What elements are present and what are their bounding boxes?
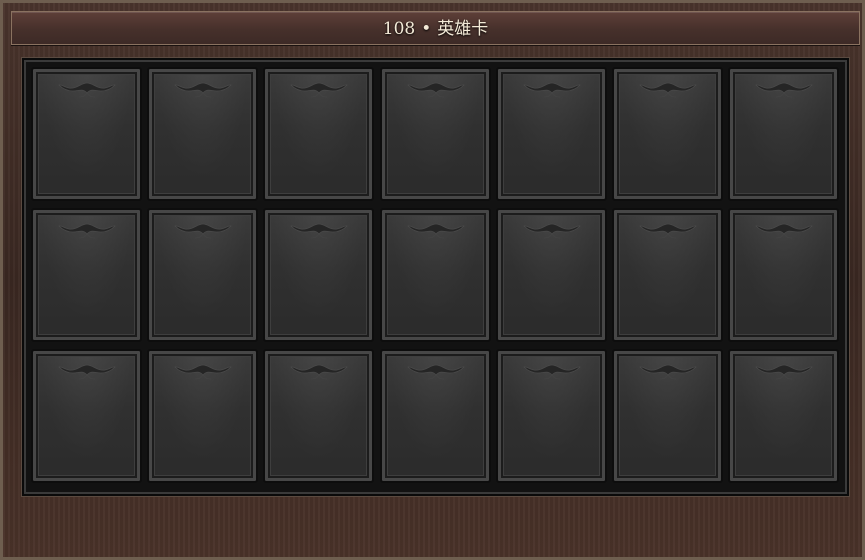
- card-slot[interactable]: [31, 67, 142, 201]
- title-name: 英雄卡: [437, 19, 489, 39]
- filigree-ornament-icon: [406, 79, 466, 101]
- filigree-ornament-icon: [289, 79, 349, 101]
- card-slot[interactable]: [147, 208, 258, 342]
- title-bar[interactable]: 108 • 英雄卡: [11, 11, 860, 45]
- card-slot[interactable]: [380, 349, 491, 483]
- filigree-ornament-icon: [289, 220, 349, 242]
- card-slot[interactable]: [31, 349, 142, 483]
- card-slot[interactable]: [496, 67, 607, 201]
- card-slot[interactable]: [147, 67, 258, 201]
- filigree-ornament-icon: [406, 361, 466, 383]
- card-slot[interactable]: [263, 67, 374, 201]
- filigree-ornament-icon: [57, 361, 117, 383]
- hero-card-window: 108 • 英雄卡: [0, 0, 865, 560]
- card-slot[interactable]: [612, 208, 723, 342]
- bottom-panel: [11, 501, 860, 555]
- filigree-ornament-icon: [754, 220, 814, 242]
- filigree-ornament-icon: [638, 220, 698, 242]
- card-slot-grid: [24, 60, 847, 494]
- card-slot[interactable]: [380, 208, 491, 342]
- card-slot[interactable]: [380, 67, 491, 201]
- card-slot[interactable]: [496, 349, 607, 483]
- card-slot[interactable]: [728, 349, 839, 483]
- filigree-ornament-icon: [638, 79, 698, 101]
- filigree-ornament-icon: [173, 79, 233, 101]
- filigree-ornament-icon: [522, 361, 582, 383]
- filigree-ornament-icon: [289, 361, 349, 383]
- filigree-ornament-icon: [638, 361, 698, 383]
- filigree-ornament-icon: [57, 220, 117, 242]
- filigree-ornament-icon: [57, 79, 117, 101]
- card-slot[interactable]: [728, 208, 839, 342]
- filigree-ornament-icon: [173, 220, 233, 242]
- card-slot[interactable]: [31, 208, 142, 342]
- filigree-ornament-icon: [754, 361, 814, 383]
- filigree-ornament-icon: [173, 361, 233, 383]
- title-number: 108: [382, 19, 416, 39]
- filigree-ornament-icon: [406, 220, 466, 242]
- card-slot[interactable]: [728, 67, 839, 201]
- card-slot[interactable]: [496, 208, 607, 342]
- window-title: 108 • 英雄卡: [12, 12, 859, 46]
- card-slot[interactable]: [263, 208, 374, 342]
- filigree-ornament-icon: [754, 79, 814, 101]
- card-slot[interactable]: [263, 349, 374, 483]
- card-slot[interactable]: [147, 349, 258, 483]
- filigree-ornament-icon: [522, 79, 582, 101]
- filigree-ornament-icon: [522, 220, 582, 242]
- card-slot[interactable]: [612, 67, 723, 201]
- title-separator: •: [421, 19, 432, 39]
- card-slot[interactable]: [612, 349, 723, 483]
